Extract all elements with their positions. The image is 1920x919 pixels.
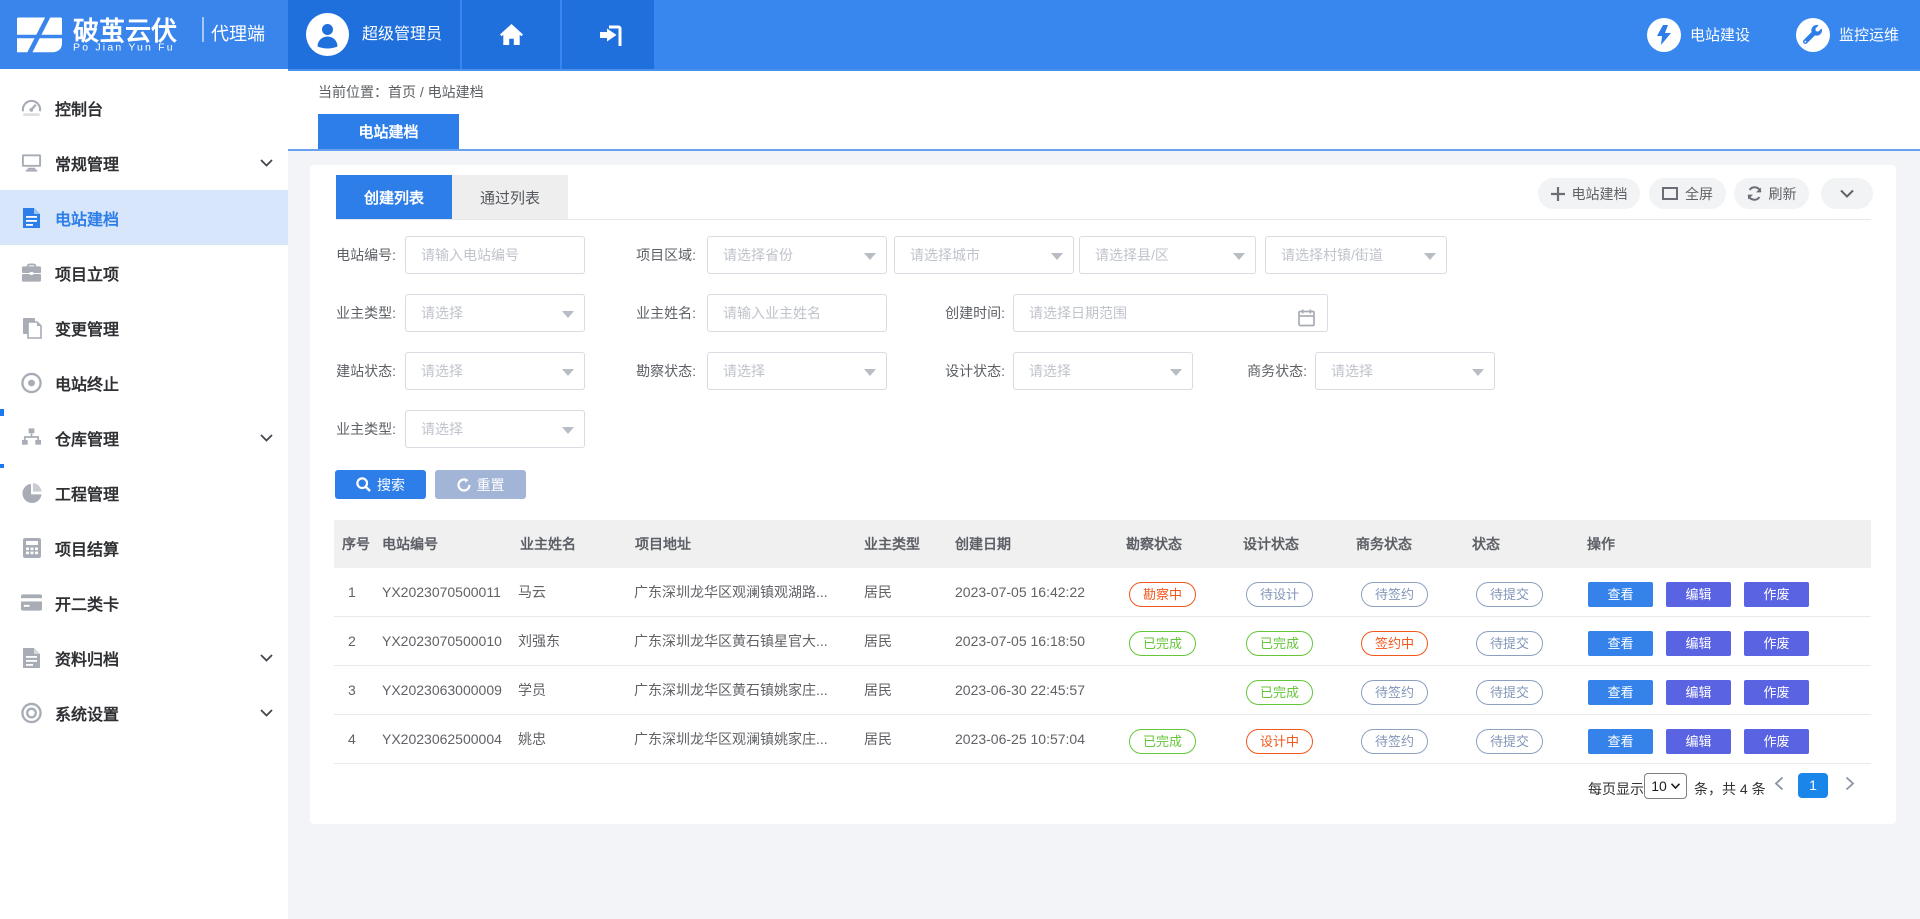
svg-text:Po Jian Yun Fu: Po Jian Yun Fu <box>73 42 175 54</box>
svg-text:代理端: 代理端 <box>211 24 265 44</box>
